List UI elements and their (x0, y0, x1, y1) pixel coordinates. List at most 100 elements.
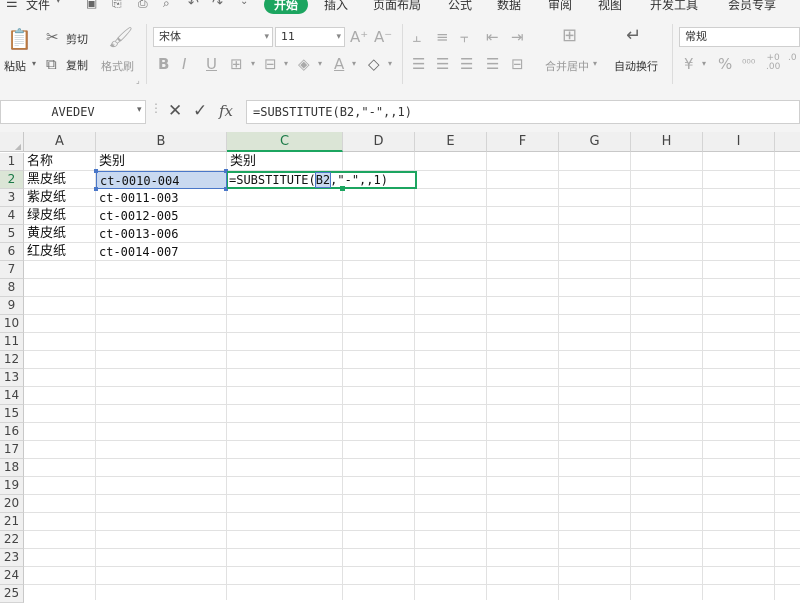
borders-icon[interactable]: ⊞ (230, 56, 243, 72)
row-header-3[interactable]: 3 (0, 189, 24, 207)
column-header-j[interactable] (775, 132, 800, 152)
wrap-text-icon[interactable]: ↵ (626, 27, 641, 45)
cell-a5[interactable]: 黄皮纸 (24, 225, 96, 243)
select-all-corner[interactable]: ◢ (0, 132, 24, 152)
column-header-a[interactable]: A (24, 132, 96, 152)
merge-border-icon[interactable]: ⊟ (264, 56, 277, 72)
format-painter-button[interactable]: 格式刷 (101, 58, 134, 74)
align-bottom-icon[interactable]: ⫟ (460, 29, 469, 45)
cell-a3[interactable]: 紫皮纸 (24, 189, 96, 207)
align-middle-icon[interactable]: ≡ (436, 29, 449, 45)
font-color-icon[interactable]: A (334, 56, 344, 72)
thousands-separator-icon[interactable]: ⁰⁰⁰ (742, 56, 755, 72)
row-header-9[interactable]: 9 (0, 297, 24, 315)
row-header-16[interactable]: 16 (0, 423, 24, 441)
cell-b4[interactable]: ct-0012-005 (96, 207, 227, 225)
align-right-icon[interactable]: ☰ (460, 56, 473, 72)
number-format-select[interactable]: 常规 (679, 27, 800, 47)
tab-insert[interactable]: 插入 (324, 0, 348, 13)
cell-a4[interactable]: 绿皮纸 (24, 207, 96, 225)
cell-c2-editor[interactable]: =SUBSTITUTE(B2,"-",,1) (227, 171, 417, 189)
name-box[interactable]: AVEDEV (0, 100, 146, 124)
column-header-g[interactable]: G (559, 132, 631, 152)
row-header-14[interactable]: 14 (0, 387, 24, 405)
row-header-17[interactable]: 17 (0, 441, 24, 459)
row-header-19[interactable]: 19 (0, 477, 24, 495)
confirm-formula-icon[interactable]: ✓ (193, 101, 207, 121)
align-center-icon[interactable]: ☰ (436, 56, 449, 72)
tab-review[interactable]: 审阅 (548, 0, 572, 13)
redo-icon[interactable]: ↷ (212, 0, 223, 11)
copy-icon[interactable]: ⧉ (46, 56, 57, 72)
font-size-dropdown-icon[interactable]: ▾ (336, 28, 341, 46)
borders-dropdown-icon[interactable]: ▾ (251, 59, 255, 68)
menu-file[interactable]: 文件 (26, 0, 50, 13)
font-color-dropdown-icon[interactable]: ▾ (352, 59, 356, 68)
cancel-formula-icon[interactable]: ✕ (168, 101, 182, 121)
row-header-24[interactable]: 24 (0, 567, 24, 585)
underline-icon[interactable]: U (206, 56, 217, 72)
cell-c1[interactable]: 类别 (227, 153, 343, 171)
row-header-10[interactable]: 10 (0, 315, 24, 333)
paste-dropdown-icon[interactable]: ▾ (32, 59, 36, 68)
merge-center-button[interactable]: 合并居中 (545, 58, 589, 74)
align-left-icon[interactable]: ☰ (412, 56, 425, 72)
column-header-c[interactable]: C (227, 132, 343, 152)
row-header-22[interactable]: 22 (0, 531, 24, 549)
percent-icon[interactable]: % (718, 56, 732, 72)
fill-color-icon[interactable]: ◈ (298, 56, 310, 72)
paste-icon[interactable]: 📋 (7, 28, 32, 50)
increase-decimal-icon[interactable]: +0.00 (766, 54, 780, 72)
row-header-12[interactable]: 12 (0, 351, 24, 369)
align-top-icon[interactable]: ⫠ (412, 29, 421, 45)
row-header-15[interactable]: 15 (0, 405, 24, 423)
font-name-select[interactable]: 宋体 ▾ (153, 27, 273, 47)
hamburger-menu-icon[interactable]: ☰ (6, 0, 18, 11)
row-header-5[interactable]: 5 (0, 225, 24, 243)
print-icon[interactable]: ⎙ (138, 0, 148, 11)
tab-page-layout[interactable]: 页面布局 (373, 0, 421, 13)
currency-dropdown-icon[interactable]: ▾ (702, 59, 706, 68)
cell-b1[interactable]: 类别 (96, 153, 227, 171)
cell-a2[interactable]: 黑皮纸 (24, 171, 96, 189)
tab-data[interactable]: 数据 (497, 0, 521, 13)
formula-input[interactable]: =SUBSTITUTE(B2,"-",,1) (246, 100, 800, 124)
preview-icon[interactable]: ⌕ (163, 0, 170, 11)
export-icon[interactable]: ⎘ (112, 0, 122, 11)
row-header-11[interactable]: 11 (0, 333, 24, 351)
save-icon[interactable]: ▣ (86, 0, 97, 10)
row-header-13[interactable]: 13 (0, 369, 24, 387)
name-box-dropdown-icon[interactable]: ▾ (137, 105, 142, 115)
cut-button[interactable]: 剪切 (66, 31, 88, 47)
cell-b2[interactable]: ct-0010-004 (96, 171, 227, 189)
reference-handle[interactable] (94, 169, 98, 173)
cell-b5[interactable]: ct-0013-006 (96, 225, 227, 243)
column-header-i[interactable]: I (703, 132, 775, 152)
currency-icon[interactable]: ¥ (684, 56, 694, 72)
cell-a1[interactable]: 名称 (24, 153, 96, 171)
insert-function-icon[interactable]: fx (219, 102, 233, 120)
cell-a6[interactable]: 红皮纸 (24, 243, 96, 261)
font-size-select[interactable]: 11 ▾ (275, 27, 345, 47)
column-header-d[interactable]: D (343, 132, 415, 152)
row-header-21[interactable]: 21 (0, 513, 24, 531)
copy-button[interactable]: 复制 (66, 57, 88, 73)
fill-color-dropdown-icon[interactable]: ▾ (318, 59, 322, 68)
row-header-2[interactable]: 2 (0, 171, 24, 189)
italic-icon[interactable]: I (182, 56, 186, 72)
row-header-4[interactable]: 4 (0, 207, 24, 225)
bold-icon[interactable]: B (158, 56, 169, 72)
undo-icon[interactable]: ↶ (188, 0, 199, 11)
column-header-h[interactable]: H (631, 132, 703, 152)
row-header-20[interactable]: 20 (0, 495, 24, 513)
row-header-6[interactable]: 6 (0, 243, 24, 261)
column-header-e[interactable]: E (415, 132, 487, 152)
merge-center-icon[interactable]: ⊞ (562, 27, 577, 45)
justify-icon[interactable]: ☰ (486, 56, 499, 72)
cell-b3[interactable]: ct-0011-003 (96, 189, 227, 207)
column-header-f[interactable]: F (487, 132, 559, 152)
decrease-decimal-icon[interactable]: .0 (788, 54, 797, 63)
distributed-align-icon[interactable]: ⊟ (511, 56, 524, 72)
row-header-8[interactable]: 8 (0, 279, 24, 297)
merge-center-dropdown-icon[interactable]: ▾ (593, 59, 597, 68)
